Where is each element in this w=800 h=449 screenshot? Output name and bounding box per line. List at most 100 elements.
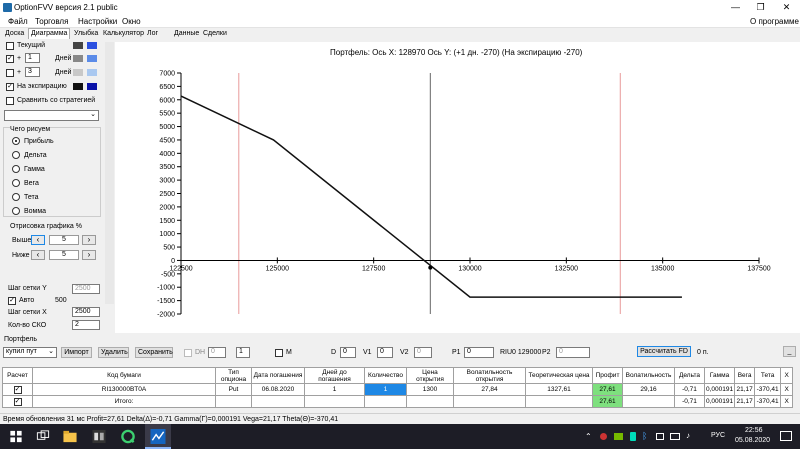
minimize-panel-button[interactable]: _ (783, 346, 796, 357)
tab-log[interactable]: Лог (145, 29, 160, 39)
calculate-fd-button[interactable]: Рассчитать FD (637, 346, 691, 357)
left-scrollbar[interactable] (105, 42, 114, 304)
cell-gamma[interactable]: 0,000191 (703, 383, 736, 396)
tray-app-icon[interactable] (600, 433, 607, 440)
clock-time[interactable]: 22:56 (745, 427, 763, 434)
cell-days[interactable]: 1 (304, 383, 365, 396)
dh-checkbox[interactable] (184, 349, 192, 357)
cell-open-vol[interactable]: 27,84 (453, 383, 526, 396)
current-color-2[interactable] (87, 42, 97, 49)
plus1-days-input[interactable]: 1 (25, 53, 40, 63)
calc-checkbox-cell[interactable]: ✓ (2, 383, 33, 396)
mode-radio-vega[interactable] (12, 179, 20, 187)
tray-chevron-icon[interactable]: ⌃ (585, 432, 592, 441)
plus1-checkbox[interactable]: ✓ (6, 55, 14, 63)
dh-input-a[interactable]: 0 (208, 347, 226, 358)
mode-radio-theta[interactable] (12, 193, 20, 201)
optionfvv-task[interactable] (145, 424, 171, 449)
plus1-color-1[interactable] (73, 55, 83, 62)
menu-file[interactable]: Файл (8, 17, 28, 26)
m-checkbox[interactable] (275, 349, 283, 357)
below-input[interactable]: 5 (49, 250, 79, 260)
plus2-color-2[interactable] (87, 69, 97, 76)
profit-chart[interactable]: 7000650060005500500045004000350030002500… (115, 42, 800, 333)
grid-y-input[interactable]: 2500 (72, 284, 100, 294)
above-dec-button[interactable]: ‹ (31, 235, 45, 245)
cell-quantity[interactable]: 1 (364, 383, 407, 396)
tab-diagram[interactable]: Диаграмма (28, 28, 71, 39)
battery-icon[interactable] (656, 433, 664, 440)
import-button[interactable]: Импорт (61, 347, 92, 358)
plus2-checkbox[interactable] (6, 69, 14, 77)
plus1-color-2[interactable] (87, 55, 97, 62)
sko-input[interactable]: 2 (72, 320, 100, 330)
p1-input[interactable]: 0 (464, 347, 494, 358)
minimize-button[interactable]: — (723, 0, 748, 15)
strategy-select[interactable]: ⌄ (4, 110, 99, 121)
restore-button[interactable]: ❐ (748, 0, 773, 15)
portfolio-select[interactable]: купил пут ⌄ (3, 347, 57, 358)
windows-start-icon[interactable] (8, 429, 24, 444)
plus2-color-1[interactable] (73, 69, 83, 76)
below-inc-button[interactable]: › (82, 250, 96, 260)
mode-radio-gamma[interactable] (12, 165, 20, 173)
tab-board[interactable]: Доска (3, 29, 26, 39)
table-row[interactable]: ✓ RI130000BT0A Put 06.08.2020 1 1 1300 2… (2, 383, 794, 396)
above-input[interactable]: 5 (49, 235, 79, 245)
volume-icon[interactable]: ♪ (686, 431, 690, 440)
tab-calculator[interactable]: Калькулятор (101, 29, 146, 39)
terminal-app-icon[interactable] (91, 429, 107, 444)
auto-checkbox[interactable]: ✓ (8, 297, 16, 305)
tab-trades[interactable]: Сделки (201, 29, 229, 39)
v2-input[interactable]: 0 (414, 347, 432, 358)
cell-theor-price[interactable]: 1327,61 (525, 383, 593, 396)
close-button[interactable]: ✕ (774, 0, 799, 15)
expiry-checkbox[interactable]: ✓ (6, 83, 14, 91)
delete-button[interactable]: Удалить (98, 347, 129, 358)
menu-window[interactable]: Окно (122, 17, 141, 26)
p2-input[interactable]: 0 (556, 347, 590, 358)
cell-vol[interactable]: 29,16 (622, 383, 675, 396)
file-explorer-icon[interactable] (62, 429, 78, 444)
above-inc-button[interactable]: › (82, 235, 96, 245)
cell-type[interactable]: Put (215, 383, 252, 396)
tab-data[interactable]: Данные (172, 29, 201, 39)
tab-smile[interactable]: Улыбка (72, 29, 100, 39)
mode-radio-profit[interactable] (12, 137, 20, 145)
delete-total-button[interactable]: X (780, 395, 794, 408)
expiry-color-1[interactable] (73, 83, 83, 90)
cell-expiry[interactable]: 06.08.2020 (251, 383, 305, 396)
menu-about[interactable]: О программе (750, 17, 799, 26)
current-checkbox[interactable] (6, 42, 14, 50)
cell-delta[interactable]: -0,71 (674, 383, 705, 396)
expiry-color-2[interactable] (87, 83, 97, 90)
cell-profit[interactable]: 27,61 (592, 383, 623, 396)
quik-app-icon[interactable] (120, 429, 136, 444)
below-dec-button[interactable]: ‹ (31, 250, 45, 260)
cell-theta[interactable]: -370,41 (754, 383, 782, 396)
network-icon[interactable] (670, 433, 680, 440)
total-checkbox[interactable]: ✓ (13, 397, 22, 406)
mode-radio-vomma[interactable] (12, 207, 20, 215)
bluetooth-icon[interactable]: ᛒ (642, 431, 647, 441)
cell-code[interactable]: RI130000BT0A (32, 383, 216, 396)
save-button[interactable]: Сохранить (135, 347, 173, 358)
task-view-icon[interactable] (35, 429, 51, 444)
tray-app2-icon[interactable] (630, 432, 636, 441)
d-input[interactable]: 0 (340, 347, 356, 358)
nvidia-icon[interactable] (614, 433, 623, 440)
calc-checkbox[interactable]: ✓ (13, 385, 22, 394)
grid-x-input[interactable]: 2500 (72, 307, 100, 317)
cell-vega[interactable]: 21,17 (734, 383, 756, 396)
cell-open-price[interactable]: 1300 (406, 383, 454, 396)
menu-trade[interactable]: Торговля (35, 17, 68, 26)
current-color-1[interactable] (73, 42, 83, 49)
mode-radio-delta[interactable] (12, 151, 20, 159)
notifications-icon[interactable] (780, 431, 792, 441)
v1-input[interactable]: 0 (377, 347, 393, 358)
total-checkbox-cell[interactable]: ✓ (2, 395, 33, 408)
dh-input-b[interactable]: 1 (236, 347, 250, 358)
language-indicator[interactable]: РУС (711, 432, 725, 439)
menu-settings[interactable]: Настройки (78, 17, 117, 26)
compare-checkbox[interactable] (6, 97, 14, 105)
